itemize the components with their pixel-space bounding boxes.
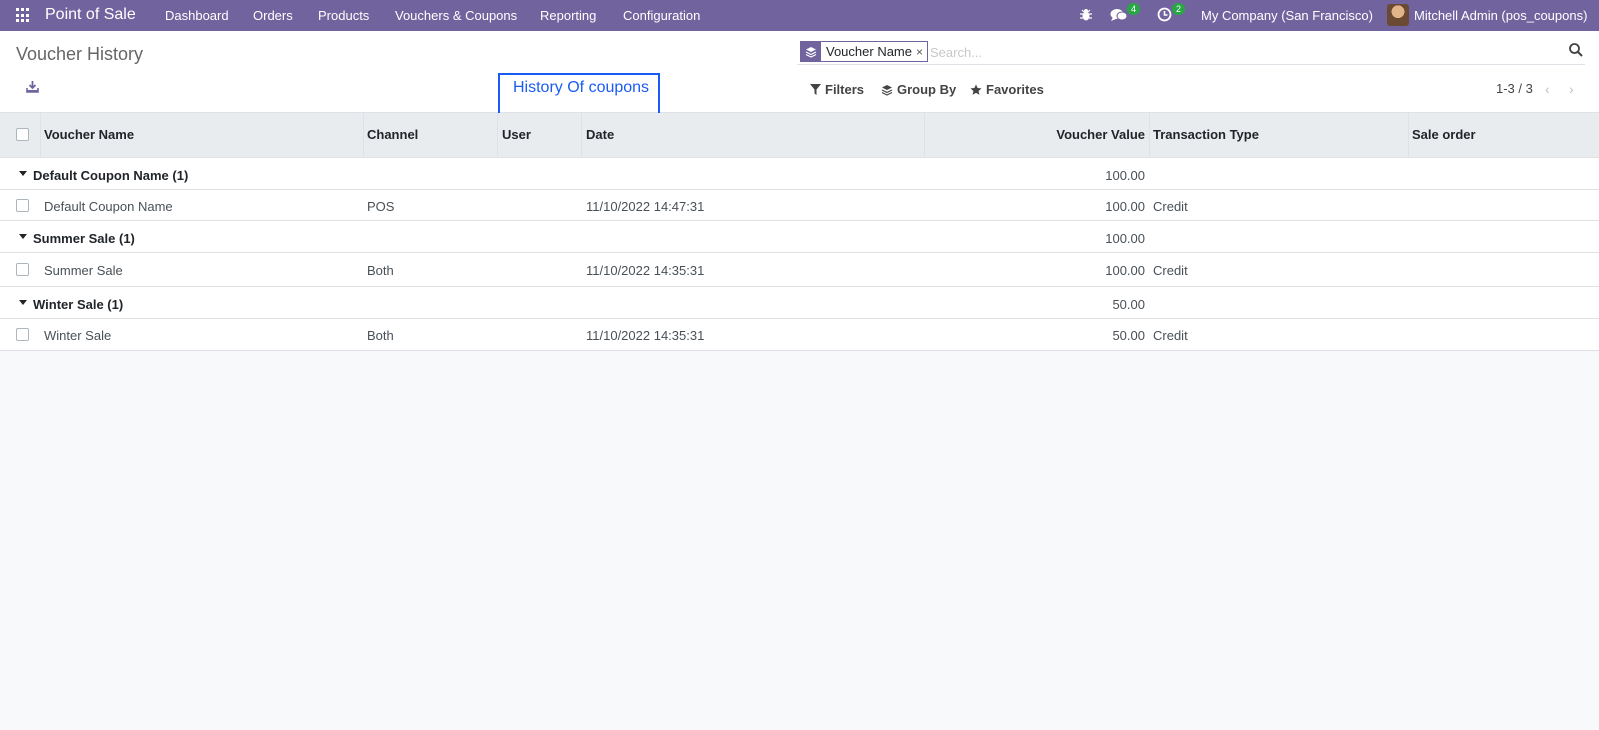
cell-date: 11/10/2022 14:35:31 [586, 328, 705, 343]
menu-products[interactable]: Products [318, 8, 369, 23]
column-header-voucher-value[interactable]: Voucher Value [980, 127, 1145, 142]
star-icon [970, 84, 982, 95]
filter-funnel-icon [810, 84, 821, 95]
caret-down-icon [19, 171, 27, 176]
cell-date: 11/10/2022 14:35:31 [586, 263, 705, 278]
page-title: Voucher History [16, 44, 144, 64]
search-input[interactable] [930, 42, 1530, 62]
row-checkbox[interactable] [16, 263, 29, 276]
messages-chat-icon[interactable] [1110, 7, 1128, 26]
column-divider [497, 113, 498, 158]
cell-channel: Both [367, 328, 394, 343]
group-total-value: 100.00 [1105, 168, 1145, 183]
group-label: Winter Sale (1) [33, 297, 124, 312]
download-icon[interactable] [26, 80, 39, 96]
column-header-transaction-type[interactable]: Transaction Type [1153, 127, 1259, 142]
debug-bug-icon[interactable] [1079, 8, 1093, 25]
column-divider [924, 113, 925, 158]
app-brand[interactable]: Point of Sale [45, 6, 136, 24]
column-divider [1408, 113, 1409, 158]
filters-label: Filters [825, 82, 865, 97]
pager-next-icon[interactable]: › [1569, 81, 1574, 97]
column-header-date[interactable]: Date [586, 127, 614, 142]
cell-voucher-value: 100.00 [1105, 199, 1145, 214]
activities-count-badge: 2 [1172, 3, 1186, 15]
column-header-voucher-name[interactable]: Voucher Name [44, 127, 134, 142]
cell-voucher-value: 100.00 [1105, 263, 1145, 278]
menu-dashboard[interactable]: Dashboard [165, 8, 229, 23]
group-by-layers-icon [801, 42, 821, 61]
favorites-label: Favorites [986, 82, 1044, 97]
cell-transaction-type: Credit [1153, 328, 1188, 343]
row-checkbox[interactable] [16, 328, 29, 341]
menu-configuration[interactable]: Configuration [623, 8, 700, 23]
cell-channel: Both [367, 263, 394, 278]
cell-transaction-type: Credit [1153, 263, 1188, 278]
cell-channel: POS [367, 199, 395, 214]
table-row[interactable]: Winter Sale Both 11/10/2022 14:35:31 50.… [0, 319, 1599, 350]
cell-voucher-name: Winter Sale [44, 328, 112, 343]
app-menu-icon[interactable] [16, 8, 31, 23]
search-facet: Voucher Name × [800, 41, 929, 62]
group-row-default-coupon-name[interactable]: Default Coupon Name (1) 100.00 [0, 158, 1599, 190]
row-checkbox[interactable] [16, 199, 29, 212]
column-header-sale-order[interactable]: Sale order [1412, 127, 1476, 142]
caret-down-icon [19, 234, 27, 239]
user-avatar[interactable] [1387, 4, 1409, 26]
user-menu[interactable]: Mitchell Admin (pos_coupons) [1414, 8, 1587, 23]
group-row-summer-sale[interactable]: Summer Sale (1) 100.00 [0, 221, 1599, 253]
column-divider [1149, 113, 1150, 158]
group-label: Default Coupon Name (1) [33, 168, 189, 183]
group-row-winter-sale[interactable]: Winter Sale (1) 50.00 [0, 287, 1599, 319]
column-header-channel[interactable]: Channel [367, 127, 418, 142]
annotation-label: History Of coupons [513, 79, 650, 96]
cell-voucher-name: Default Coupon Name [44, 199, 173, 214]
cell-date: 11/10/2022 14:47:31 [586, 199, 705, 214]
table-header: Voucher Name Channel User Date Voucher V… [0, 113, 1599, 158]
search-bar: Voucher Name × [797, 39, 1585, 65]
top-navbar: Point of Sale Dashboard Orders Products … [0, 0, 1599, 31]
cell-voucher-value: 50.00 [1112, 328, 1145, 343]
cell-voucher-name: Summer Sale [44, 263, 123, 278]
group-label: Summer Sale (1) [33, 231, 135, 246]
menu-vouchers-coupons[interactable]: Vouchers & Coupons [395, 8, 517, 23]
group-by-button[interactable]: Group By [881, 82, 956, 97]
annotation-box: History Of coupons [498, 73, 660, 116]
table-row[interactable]: Default Coupon Name POS 11/10/2022 14:47… [0, 190, 1599, 221]
pager-previous-icon[interactable]: ‹ [1545, 81, 1550, 97]
group-by-label: Group By [897, 82, 957, 97]
group-total-value: 100.00 [1105, 231, 1145, 246]
column-divider [581, 113, 582, 158]
voucher-history-table: Voucher Name Channel User Date Voucher V… [0, 113, 1599, 351]
group-total-value: 50.00 [1112, 297, 1145, 312]
layers-icon [881, 84, 893, 96]
column-header-user[interactable]: User [502, 127, 531, 142]
facet-value: Voucher Name [826, 44, 912, 59]
search-icon[interactable] [1569, 43, 1583, 60]
cell-transaction-type: Credit [1153, 199, 1188, 214]
caret-down-icon [19, 300, 27, 305]
pager-value[interactable]: 1-3 / 3 [1496, 81, 1533, 96]
company-switcher[interactable]: My Company (San Francisco) [1201, 8, 1373, 23]
table-row[interactable]: Summer Sale Both 11/10/2022 14:35:31 100… [0, 253, 1599, 287]
control-panel: Voucher History History Of coupons Vouch… [0, 31, 1599, 116]
column-divider [363, 113, 364, 158]
menu-orders[interactable]: Orders [253, 8, 293, 23]
messages-count-badge: 4 [1127, 3, 1141, 15]
facet-remove-icon[interactable]: × [916, 45, 927, 59]
menu-reporting[interactable]: Reporting [540, 8, 596, 23]
filters-button[interactable]: Filters [810, 82, 864, 97]
favorites-button[interactable]: Favorites [970, 82, 1044, 97]
activities-clock-icon[interactable] [1157, 7, 1172, 25]
select-all-checkbox[interactable] [16, 128, 29, 141]
column-divider [40, 113, 41, 158]
